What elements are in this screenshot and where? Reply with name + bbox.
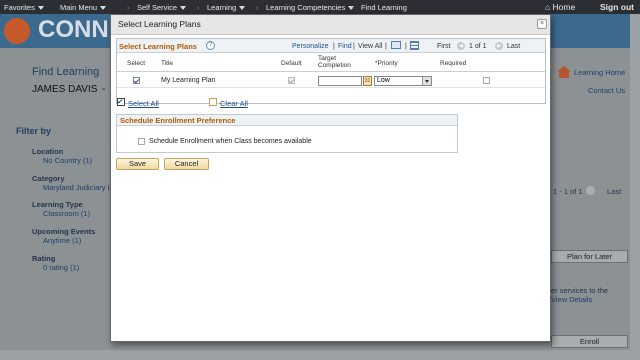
top-nav-bar: Favorites Main Menu › Self Service › Lea… [0, 0, 640, 14]
enroll-button[interactable]: Enroll [551, 335, 628, 348]
select-all-icon[interactable] [117, 98, 125, 106]
grid-title: Select Learning Plans [119, 42, 197, 51]
separator: | [353, 43, 355, 50]
separator: | [385, 43, 387, 50]
download-grid-icon[interactable] [410, 41, 419, 50]
horizontal-scrollbar[interactable] [0, 350, 630, 360]
view-details-link[interactable]: View Details [551, 295, 592, 304]
select-all-link[interactable]: Select All [128, 99, 159, 108]
check-icon [117, 98, 124, 105]
priority-value: Low [377, 77, 390, 84]
filter-label: Learning Type [32, 200, 83, 209]
breadcrumb-separator: › [197, 3, 200, 12]
schedule-preference-section: Schedule Enrollment Preference Schedule … [116, 114, 458, 153]
filter-value[interactable]: 0 rating (1) [43, 263, 79, 272]
filter-value[interactable]: Anytime (1) [43, 236, 81, 245]
select-checkbox[interactable] [133, 77, 140, 84]
breadcrumb-find-learning[interactable]: Find Learning [361, 3, 407, 12]
vertical-scrollbar[interactable] [630, 14, 640, 360]
clear-all-link[interactable]: Clear All [220, 99, 248, 108]
plan-for-later-button[interactable]: Plan for Later [551, 250, 628, 263]
column-required: Required [440, 60, 467, 67]
schedule-preference-header: Schedule Enrollment Preference [117, 115, 457, 126]
filter-label: Category [32, 174, 65, 183]
grid-pager: 1 of 1 [469, 43, 487, 50]
main-menu[interactable]: Main Menu [60, 3, 107, 12]
column-title: Title [161, 60, 174, 67]
first-link[interactable]: First [437, 43, 451, 50]
learning-plans-grid: Select Learning Plans ? Personalize | Fi… [116, 38, 546, 104]
find-link[interactable]: Find [338, 43, 352, 50]
user-name: JAMES DAVIS [32, 84, 98, 95]
help-icon[interactable]: ? [206, 41, 215, 50]
zoom-icon[interactable] [391, 41, 401, 49]
clear-all-icon[interactable] [209, 98, 217, 106]
filter-value[interactable]: Maryland Judiciary L [43, 183, 112, 192]
filter-label: Rating [32, 254, 56, 263]
column-select: Select [127, 60, 146, 67]
close-icon[interactable]: × [537, 19, 547, 29]
filter-label: Location [32, 147, 64, 156]
column-priority: *Priority [375, 60, 398, 67]
signout-link[interactable]: Sign out [600, 2, 634, 12]
breadcrumb-learning[interactable]: Learning [207, 3, 246, 12]
filter-by-heading: Filter by [16, 126, 52, 136]
view-all-link[interactable]: View All [358, 43, 382, 50]
filter-label: Upcoming Events [32, 227, 96, 236]
user-name-suffix: - [102, 84, 106, 95]
plan-title: My Learning Plan [161, 77, 216, 84]
previous-page-icon[interactable]: ◀ [457, 42, 465, 50]
chevron-down-icon [239, 6, 246, 11]
separator: | [333, 43, 335, 50]
filter-value[interactable]: Classroom (1) [43, 209, 90, 218]
chevron-down-icon [37, 6, 44, 11]
logo-text: CONN [38, 16, 109, 43]
chevron-down-icon [180, 6, 187, 11]
select-learning-plans-dialog: Select Learning Plans × Select Learning … [110, 14, 551, 342]
table-row: My Learning Plan 31 Low [117, 73, 545, 88]
column-target-completion: Target Completion [318, 55, 351, 69]
save-button[interactable]: Save [116, 158, 159, 170]
separator: | [405, 43, 407, 50]
dialog-header: Select Learning Plans × [111, 15, 550, 35]
filter-value[interactable]: No Country (1) [43, 156, 92, 165]
services-text: er services to the [551, 286, 609, 295]
contact-us-link[interactable]: Contact Us [588, 86, 625, 95]
background-pager: 1 - 1 of 1 [553, 187, 583, 196]
dialog-title: Select Learning Plans [118, 19, 201, 29]
schedule-enrollment-checkbox[interactable] [138, 138, 145, 145]
breadcrumb-separator: › [351, 3, 354, 12]
logo-icon [4, 18, 30, 44]
target-completion-input[interactable] [318, 76, 362, 86]
last-link[interactable]: Last [507, 43, 520, 50]
chevron-down-icon [422, 77, 431, 85]
priority-select[interactable]: Low [374, 76, 432, 86]
required-checkbox[interactable] [483, 77, 490, 84]
background-last-link[interactable]: Last [607, 187, 621, 196]
cancel-button[interactable]: Cancel [164, 158, 209, 170]
grid-header: Select Learning Plans ? Personalize | Fi… [117, 39, 545, 53]
breadcrumb-self-service[interactable]: Self Service [137, 3, 187, 12]
favorites-menu[interactable]: Favorites [4, 3, 44, 12]
next-page-icon[interactable]: ▶ [495, 42, 503, 50]
column-default: Default [281, 60, 302, 67]
default-checkbox [288, 77, 295, 84]
next-page-icon[interactable] [586, 186, 595, 195]
grid-column-headers: Select Title Default Target Completion *… [117, 54, 545, 72]
chevron-down-icon [100, 6, 107, 11]
learning-home-link[interactable]: Learning Home [574, 68, 625, 77]
calendar-icon[interactable]: 31 [363, 76, 372, 86]
breadcrumb-learning-competencies[interactable]: Learning Competencies [266, 3, 355, 12]
page-title: Find Learning [32, 66, 100, 78]
breadcrumb-separator: › [127, 3, 130, 12]
breadcrumb-separator: › [256, 3, 259, 12]
home-link[interactable]: ⌂ Home [545, 2, 575, 12]
personalize-link[interactable]: Personalize [292, 43, 329, 50]
schedule-enrollment-label: Schedule Enrollment when Class becomes a… [149, 138, 312, 145]
